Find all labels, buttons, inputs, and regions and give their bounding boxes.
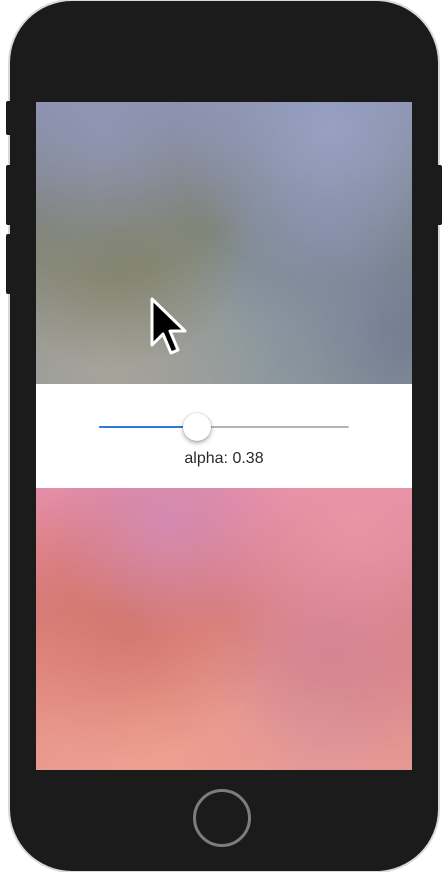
arrow-cursor-icon xyxy=(150,297,187,355)
slider-thumb[interactable] xyxy=(183,413,212,441)
top-image-view xyxy=(36,102,412,384)
volume-down-button xyxy=(6,234,12,294)
screen: alpha: 0.38 xyxy=(36,102,412,770)
power-button xyxy=(436,165,442,225)
alpha-slider[interactable] xyxy=(99,412,349,442)
home-button[interactable] xyxy=(193,789,251,847)
alpha-value-label: alpha: 0.38 xyxy=(184,450,264,467)
silent-switch xyxy=(6,101,12,135)
bottom-image-view xyxy=(36,488,412,770)
volume-up-button xyxy=(6,165,12,225)
control-area: alpha: 0.38 xyxy=(36,384,412,488)
